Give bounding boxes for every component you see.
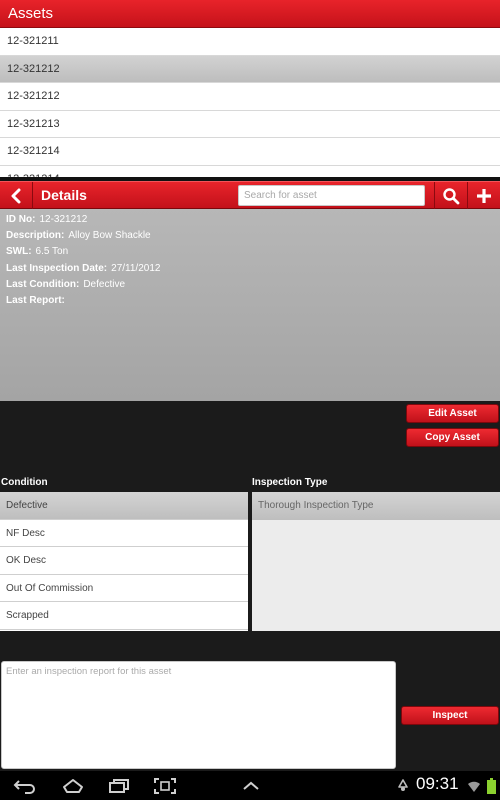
assets-list[interactable]: 12-321211 12-321212 12-321212 12-321213 … — [0, 28, 500, 180]
up-arrow-icon — [243, 781, 259, 790]
details-toolbar: Details — [0, 181, 500, 209]
nav-recent-apps-button[interactable] — [102, 771, 136, 800]
detail-swl-value: 6.5 Ton — [35, 246, 69, 258]
details-title: Details — [41, 187, 87, 203]
inspection-type-list[interactable]: Thorough Inspection Type — [252, 492, 500, 631]
detail-last-condition-value: Defective — [83, 278, 126, 290]
status-clock: 09:31 — [416, 774, 459, 793]
detail-last-report-label: Last Report: — [6, 295, 65, 307]
system-navigation-bar: 09:31 — [0, 771, 500, 800]
wifi-status-icon — [466, 771, 482, 800]
detail-description-label: Description: — [6, 230, 65, 242]
nav-home-button[interactable] — [56, 771, 90, 800]
add-asset-button[interactable] — [467, 182, 500, 209]
search-input[interactable] — [238, 185, 425, 206]
detail-id-value: 12-321212 — [39, 214, 88, 225]
detail-id-label: ID No: — [6, 214, 36, 225]
assets-header: Assets — [0, 0, 500, 28]
detail-last-condition-label: Last Condition: — [6, 278, 80, 290]
condition-item[interactable]: Out Of Commission — [0, 574, 248, 603]
detail-last-inspection-label: Last Inspection Date: — [6, 262, 108, 274]
detail-swl: SWL: 6.5 Ton — [6, 244, 494, 260]
asset-list-item[interactable]: 12-321211 — [0, 28, 500, 56]
detail-last-report: Last Report: — [6, 293, 494, 309]
detail-last-condition: Last Condition: Defective — [6, 277, 494, 293]
nav-screenshot-button[interactable] — [148, 771, 182, 800]
search-icon — [443, 187, 460, 204]
edit-asset-button[interactable]: Edit Asset — [406, 404, 499, 423]
inspect-button[interactable]: Inspect — [401, 706, 499, 725]
inspection-report-input[interactable] — [1, 661, 396, 769]
asset-details-panel: ID No: 12-321212 Description: Alloy Bow Sh… — [0, 209, 500, 401]
condition-heading: Condition — [1, 477, 48, 488]
back-icon — [13, 779, 35, 794]
detail-swl-label: SWL: — [6, 246, 32, 258]
nav-up-button[interactable] — [234, 771, 268, 800]
condition-list[interactable]: Defective NF Desc OK Desc Out Of Commiss… — [0, 492, 248, 631]
detail-last-inspection: Last Inspection Date: 27/11/2012 — [6, 261, 494, 277]
condition-item[interactable]: OK Desc — [0, 547, 248, 575]
inspection-type-heading: Inspection Type — [252, 477, 328, 488]
asset-list-item[interactable]: 12-321212 — [0, 55, 500, 83]
nav-back-button[interactable] — [8, 771, 42, 800]
back-button[interactable] — [0, 182, 33, 209]
wifi-icon — [468, 781, 480, 792]
condition-item[interactable]: NF Desc — [0, 519, 248, 548]
battery-status-icon — [484, 771, 498, 800]
screenshot-icon — [154, 777, 176, 794]
assets-title: Assets — [8, 5, 54, 22]
recycle-icon — [398, 778, 408, 791]
condition-item[interactable]: Defective — [0, 492, 248, 520]
copy-asset-button[interactable]: Copy Asset — [406, 428, 499, 447]
detail-id: ID No: 12-321212 — [6, 212, 494, 228]
plus-icon — [477, 188, 491, 203]
recent-apps-icon — [109, 778, 129, 793]
asset-list-item[interactable]: 12-321212 — [0, 83, 500, 111]
search-button[interactable] — [434, 182, 467, 209]
battery-icon — [486, 777, 496, 794]
condition-item[interactable]: Scrapped — [0, 602, 248, 630]
detail-last-inspection-value: 27/11/2012 — [111, 262, 161, 274]
asset-list-item[interactable]: 12-321213 — [0, 110, 500, 138]
chevron-left-icon — [11, 188, 21, 203]
home-icon — [63, 778, 83, 793]
inspection-type-item[interactable]: Thorough Inspection Type — [252, 492, 500, 520]
recycle-status-icon — [394, 771, 412, 800]
detail-description-value: Alloy Bow Shackle — [68, 230, 151, 242]
asset-list-item[interactable]: 12-321214 — [0, 138, 500, 166]
detail-description: Description: Alloy Bow Shackle — [6, 228, 494, 244]
